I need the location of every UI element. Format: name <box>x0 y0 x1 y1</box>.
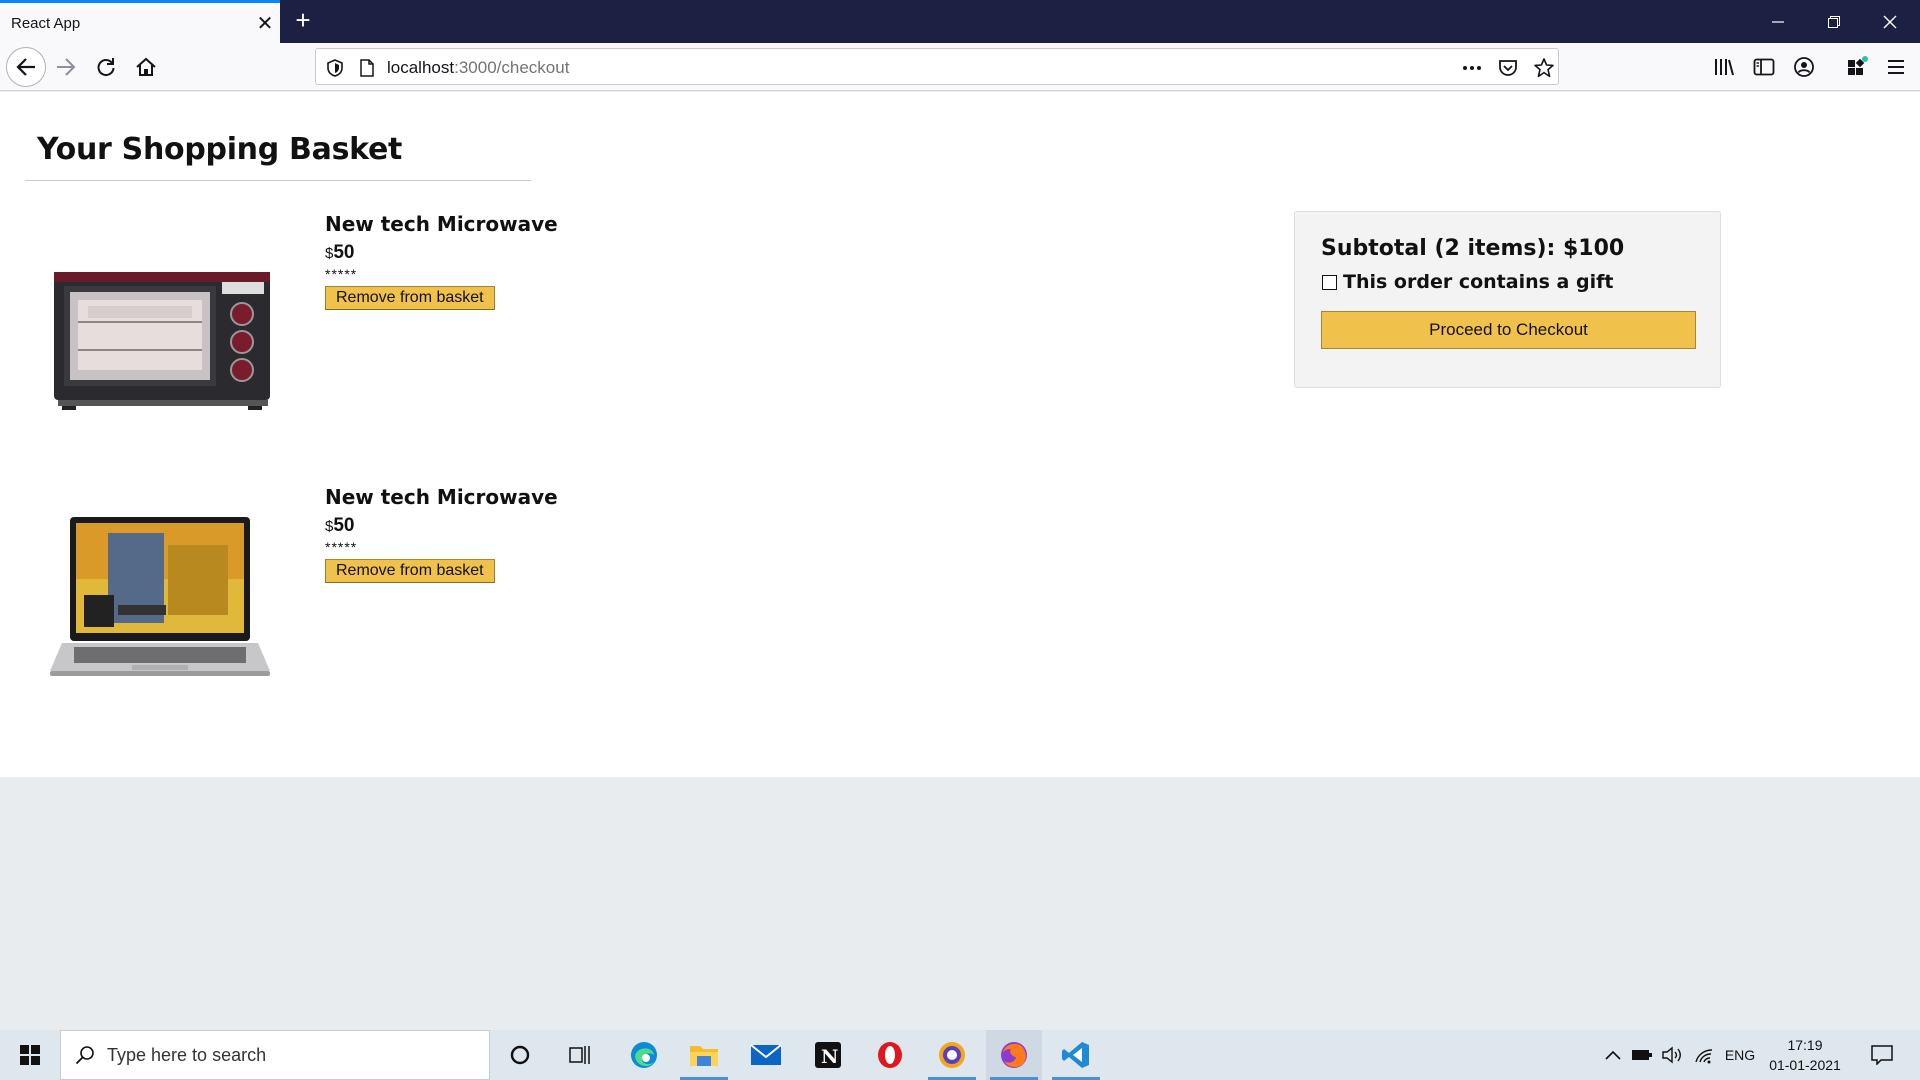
tab-title: React App <box>11 14 81 32</box>
tracking-protection-shield-icon[interactable] <box>324 57 346 79</box>
vscode-icon[interactable] <box>1048 1030 1104 1080</box>
svg-text:N: N <box>821 1046 838 1068</box>
notifications-icon[interactable] <box>1862 1030 1902 1080</box>
task-view-icon[interactable] <box>552 1030 608 1080</box>
extensions-icon[interactable] <box>1845 55 1869 79</box>
hamburger-menu-icon[interactable] <box>1884 55 1908 79</box>
search-icon <box>75 1045 95 1065</box>
product-title: New tech Microwave <box>325 212 558 236</box>
basket-item: New tech Microwave $50 ***** Remove from… <box>0 212 700 452</box>
clock-time: 17:19 <box>1787 1037 1823 1053</box>
firefox-icon[interactable] <box>986 1030 1042 1080</box>
price-value: 50 <box>333 515 355 536</box>
product-price: $50 <box>325 242 558 264</box>
gift-option[interactable]: This order contains a gift <box>1321 271 1694 293</box>
remove-from-basket-button[interactable]: Remove from basket <box>325 559 495 583</box>
input-language[interactable]: ENG <box>1720 1030 1760 1080</box>
basket-item: New tech Microwave $50 ***** Remove from… <box>0 485 700 725</box>
system-clock[interactable]: 17:19 01-01-2021 <box>1762 1035 1848 1075</box>
pocket-icon[interactable] <box>1497 57 1519 79</box>
clock-date: 01-01-2021 <box>1769 1057 1841 1073</box>
remove-from-basket-button[interactable]: Remove from basket <box>325 286 495 310</box>
minimize-icon[interactable] <box>1750 0 1806 43</box>
browser-tab-bar: React App ✕ + <box>0 0 1920 43</box>
title-divider <box>25 180 531 181</box>
page-info-icon[interactable] <box>356 57 378 79</box>
close-tab-icon[interactable]: ✕ <box>250 11 280 36</box>
subtotal-panel: Subtotal (2 items): $100 This order cont… <box>1294 211 1721 388</box>
browser-tab[interactable]: React App ✕ <box>0 0 280 43</box>
library-icon[interactable] <box>1712 55 1736 79</box>
sidebar-icon[interactable] <box>1752 55 1776 79</box>
url-path: :3000/checkout <box>454 58 570 77</box>
cortana-icon[interactable] <box>492 1030 548 1080</box>
gift-checkbox[interactable] <box>1322 274 1337 290</box>
page-actions-menu-icon[interactable] <box>1461 57 1483 79</box>
product-price: $50 <box>325 515 558 537</box>
opera-icon[interactable] <box>862 1030 918 1080</box>
windows-taskbar: Type here to search N ENG 17:19 01-01-20… <box>0 1030 1920 1080</box>
laptop-image <box>48 505 278 685</box>
product-info: New tech Microwave $50 ***** Remove from… <box>325 485 558 583</box>
search-placeholder: Type here to search <box>107 1044 267 1065</box>
gift-label: This order contains a gift <box>1343 271 1614 293</box>
home-icon[interactable] <box>128 49 164 85</box>
account-icon[interactable] <box>1792 55 1816 79</box>
brave-browser-icon[interactable] <box>924 1030 980 1080</box>
url-text[interactable]: localhost:3000/checkout <box>387 58 569 78</box>
address-bar[interactable]: localhost:3000/checkout <box>315 48 1559 85</box>
toaster-oven-image <box>48 242 278 422</box>
taskbar-search-box[interactable]: Type here to search <box>60 1030 490 1080</box>
battery-icon[interactable] <box>1628 1030 1656 1080</box>
close-window-icon[interactable] <box>1862 0 1918 43</box>
product-rating: ***** <box>325 266 358 282</box>
checkout-page: Your Shopping Basket New tech Microwave … <box>0 92 1920 777</box>
edge-browser-icon[interactable] <box>616 1030 672 1080</box>
page-title: Your Shopping Basket <box>37 132 403 167</box>
back-icon[interactable] <box>6 47 46 87</box>
notion-icon[interactable]: N <box>800 1030 856 1080</box>
wifi-icon[interactable] <box>1690 1030 1718 1080</box>
volume-icon[interactable] <box>1658 1030 1686 1080</box>
product-rating: ***** <box>325 539 358 555</box>
bookmark-star-icon[interactable] <box>1533 57 1555 79</box>
windows-start-icon[interactable] <box>2 1030 58 1080</box>
subtotal-text: Subtotal (2 items): $100 <box>1321 236 1625 261</box>
product-info: New tech Microwave $50 ***** Remove from… <box>325 212 558 310</box>
mail-icon[interactable] <box>738 1030 794 1080</box>
url-host: localhost <box>387 58 455 77</box>
forward-icon[interactable] <box>48 49 84 85</box>
product-title: New tech Microwave <box>325 485 558 509</box>
proceed-to-checkout-button[interactable]: Proceed to Checkout <box>1321 311 1696 349</box>
show-hidden-icons-chevron-icon[interactable] <box>1600 1030 1626 1080</box>
reload-icon[interactable] <box>88 49 124 85</box>
new-tab-icon[interactable]: + <box>288 6 318 36</box>
file-explorer-icon[interactable] <box>676 1030 732 1080</box>
price-value: 50 <box>333 242 355 263</box>
browser-nav-bar: localhost:3000/checkout <box>0 43 1920 91</box>
restore-icon[interactable] <box>1806 0 1862 43</box>
